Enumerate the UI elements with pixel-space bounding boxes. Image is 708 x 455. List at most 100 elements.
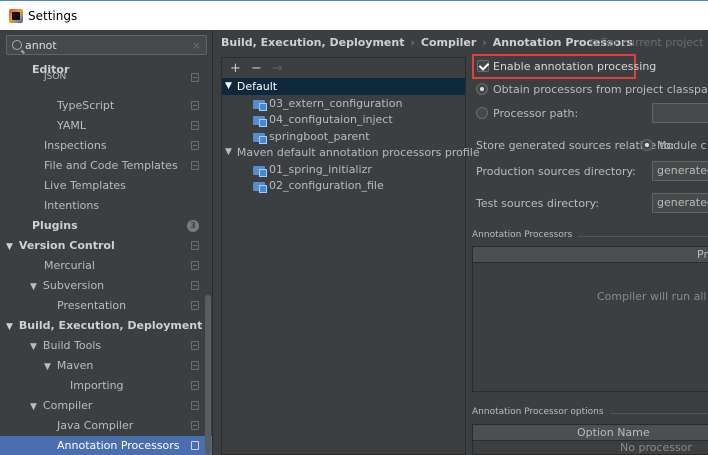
profile-label: 02_configuration_file bbox=[269, 179, 384, 192]
processors-empty-text: Compiler will run all a bbox=[597, 290, 708, 303]
expand-arrow-icon[interactable]: ▼ bbox=[6, 322, 13, 332]
sidebar-item-plugins[interactable]: Plugins 3 bbox=[0, 216, 212, 236]
project-level-icon bbox=[191, 241, 199, 250]
sidebar-item-label: Live Templates bbox=[44, 179, 126, 192]
profile-row[interactable]: 01_spring_initializr bbox=[222, 161, 465, 178]
project-scope-icon: ⧉ bbox=[590, 36, 602, 49]
sidebar-item-label: Compiler bbox=[42, 399, 93, 412]
project-level-icon bbox=[191, 121, 199, 130]
profile-row[interactable]: 04_configutaion_inject bbox=[222, 111, 465, 128]
annotation-processors-table[interactable]: Pr Compiler will run all a bbox=[472, 246, 708, 392]
test-dir-input[interactable]: generated_ bbox=[652, 193, 708, 213]
breadcrumb: Build, Execution, Deployment › Compiler › An… bbox=[221, 34, 633, 52]
sidebar-item-presentation[interactable]: Presentation bbox=[0, 296, 212, 316]
processor-path-label[interactable]: Processor path: bbox=[493, 107, 578, 120]
test-dir-label: Test sources directory: bbox=[476, 197, 600, 210]
option-name-column-header[interactable]: Option Name bbox=[473, 425, 708, 441]
sidebar-item-yaml[interactable]: YAML bbox=[0, 116, 212, 136]
enable-annotation-label[interactable]: Enable annotation processing bbox=[493, 60, 656, 73]
project-level-icon bbox=[191, 141, 199, 150]
sidebar-item-label: Mercurial bbox=[44, 259, 95, 272]
sidebar-item-label: TypeScript bbox=[57, 99, 115, 112]
profile-row[interactable]: ▼ Default bbox=[222, 78, 465, 95]
breadcrumb-item[interactable]: Compiler bbox=[421, 36, 476, 49]
project-level-icon bbox=[191, 441, 199, 450]
annotation-processors-title: Annotation Processors bbox=[472, 230, 579, 240]
add-profile-button[interactable]: + bbox=[230, 61, 241, 76]
sidebar-item-label: Inspections bbox=[44, 139, 107, 152]
sidebar-item-file-and-code-templates[interactable]: File and Code Templates bbox=[0, 156, 212, 176]
obtain-from-classpath-label[interactable]: Obtain processors from project classpath bbox=[493, 83, 708, 96]
sidebar-item-label: Presentation bbox=[57, 299, 127, 312]
sidebar-item-label: File and Code Templates bbox=[44, 159, 178, 172]
sidebar-item-label: Version Control bbox=[18, 239, 115, 252]
expand-arrow-icon[interactable]: ▼ bbox=[30, 342, 37, 352]
processor-column-header[interactable]: Pr bbox=[473, 247, 708, 263]
sidebar-item-live-templates[interactable]: Live Templates bbox=[0, 176, 212, 196]
profile-row[interactable]: 02_configuration_file bbox=[222, 177, 465, 194]
profile-row[interactable]: 03_extern_configuration bbox=[222, 95, 465, 112]
scope-label: ⧉ For current project bbox=[590, 36, 704, 49]
clear-search-icon[interactable]: × bbox=[192, 39, 201, 52]
expand-arrow-icon[interactable]: ▼ bbox=[44, 362, 51, 372]
sidebar-item-importing[interactable]: Importing bbox=[0, 376, 212, 396]
sidebar-item-inspections[interactable]: Inspections bbox=[0, 136, 212, 156]
remove-profile-button[interactable]: − bbox=[251, 61, 262, 76]
processor-path-input[interactable] bbox=[652, 103, 708, 123]
intellij-app-icon bbox=[9, 8, 23, 23]
breadcrumb-item[interactable]: Build, Execution, Deployment bbox=[221, 36, 404, 49]
sidebar-item-annotation-processors[interactable]: Annotation Processors bbox=[0, 436, 212, 455]
profile-label: Maven default annotation processors prof… bbox=[236, 146, 480, 159]
sidebar-scrollbar[interactable] bbox=[205, 295, 211, 455]
move-to-profile-button[interactable]: → bbox=[272, 61, 283, 76]
expand-arrow-icon[interactable]: ▼ bbox=[30, 402, 37, 412]
options-empty-text: No processor bbox=[620, 441, 692, 454]
sidebar-item-label: Intentions bbox=[44, 199, 100, 212]
sidebar-item-build-execution-deployment[interactable]: ▼ Build, Execution, Deployment bbox=[0, 316, 212, 336]
search-input[interactable]: annot bbox=[25, 39, 192, 52]
search-icon bbox=[12, 40, 22, 50]
expand-arrow-icon[interactable]: ▼ bbox=[30, 282, 37, 292]
store-module-radio[interactable] bbox=[641, 139, 653, 151]
breadcrumb-separator: › bbox=[482, 36, 487, 49]
sidebar-item-compiler[interactable]: ▼ Compiler bbox=[0, 396, 212, 416]
sidebar-item-mercurial[interactable]: Mercurial bbox=[0, 256, 212, 276]
obtain-from-classpath-radio[interactable] bbox=[476, 83, 488, 95]
project-level-icon bbox=[191, 301, 199, 310]
processor-settings: Enable annotation processing Obtain proc… bbox=[472, 54, 708, 455]
expand-arrow-icon[interactable]: ▼ bbox=[6, 242, 13, 252]
expand-arrow-icon[interactable]: ▼ bbox=[225, 78, 232, 95]
module-icon bbox=[253, 98, 267, 111]
profile-label: Default bbox=[236, 80, 278, 93]
production-dir-input[interactable]: generated bbox=[652, 161, 708, 181]
profile-label: springboot_parent bbox=[269, 129, 370, 143]
sidebar-item-java-compiler[interactable]: Java Compiler bbox=[0, 416, 212, 436]
sidebar-item-label: Annotation Processors bbox=[57, 439, 180, 452]
sidebar-item-maven[interactable]: ▼ Maven bbox=[0, 356, 212, 376]
project-level-icon bbox=[191, 361, 199, 370]
module-icon bbox=[253, 131, 267, 144]
sidebar-item-version-control[interactable]: ▼ Version Control bbox=[0, 236, 212, 256]
settings-search-field[interactable]: annot × bbox=[6, 35, 207, 55]
sidebar-item-intentions[interactable]: Intentions bbox=[0, 196, 212, 216]
expand-arrow-icon[interactable]: ▼ bbox=[225, 144, 232, 161]
sidebar-item-label: YAML bbox=[57, 119, 87, 132]
sidebar-item-typescript[interactable]: TypeScript bbox=[0, 96, 212, 116]
project-level-icon bbox=[191, 421, 199, 430]
sidebar-item-json[interactable]: JSON bbox=[0, 72, 212, 82]
processor-path-radio[interactable] bbox=[476, 107, 488, 119]
profile-row[interactable]: springboot_parent bbox=[222, 128, 465, 145]
sidebar-item-subversion[interactable]: ▼ Subversion bbox=[0, 276, 212, 296]
production-dir-label: Production sources directory: bbox=[476, 165, 636, 178]
project-level-icon bbox=[191, 161, 199, 170]
project-level-icon bbox=[191, 341, 199, 350]
enable-annotation-checkbox[interactable] bbox=[477, 60, 489, 72]
store-module-label[interactable]: Module c bbox=[657, 139, 707, 152]
sidebar-item-label: Plugins bbox=[32, 219, 78, 232]
project-level-icon bbox=[191, 281, 199, 290]
breadcrumb-separator: › bbox=[410, 36, 415, 49]
module-icon bbox=[253, 114, 267, 127]
sidebar-item-build-tools[interactable]: ▼ Build Tools bbox=[0, 336, 212, 356]
profile-row[interactable]: ▼ Maven default annotation processors pro… bbox=[222, 144, 480, 161]
sidebar-item-label: Subversion bbox=[42, 279, 105, 292]
